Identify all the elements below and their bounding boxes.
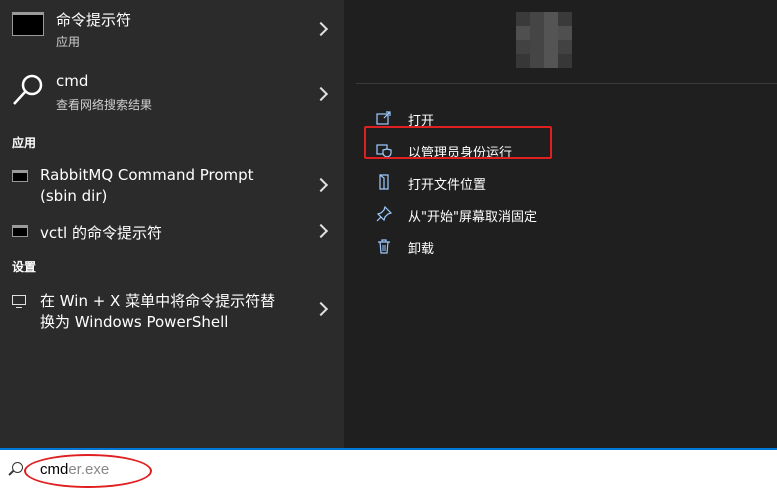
- section-header-settings: 设置: [12, 260, 37, 274]
- panel-divider: [344, 0, 356, 448]
- details-panel: 打开 以管理员身份运行 打开文件位置 从"开始"屏幕取消固定 卸载: [356, 0, 777, 448]
- unpin-icon: [376, 206, 392, 222]
- annotation-highlight-oval: [24, 454, 152, 488]
- menu-item-label: 卸载: [408, 242, 435, 257]
- menu-item-unpin-from-start[interactable]: 从"开始"屏幕取消固定: [376, 204, 596, 228]
- result-title: 命令提示符: [56, 11, 132, 29]
- menu-item-uninstall[interactable]: 卸载: [376, 236, 576, 260]
- result-web-search[interactable]: cmd 查看网络搜索结果: [0, 62, 344, 124]
- command-prompt-icon: [12, 12, 44, 36]
- command-prompt-icon: [12, 170, 28, 182]
- chevron-right-icon[interactable]: [313, 301, 329, 317]
- section-header-apps: 应用: [12, 136, 37, 150]
- menu-item-label: 打开文件位置: [408, 178, 487, 193]
- result-title-line2: (sbin dir): [40, 187, 108, 205]
- taskbar-search-box[interactable]: cmder.exe: [0, 448, 777, 490]
- open-icon: [376, 111, 391, 125]
- result-title: vctl 的命令提示符: [40, 224, 162, 242]
- chevron-right-icon[interactable]: [313, 223, 329, 239]
- menu-item-open-file-location[interactable]: 打开文件位置: [376, 172, 576, 196]
- result-title: 在 Win + X 菜单中将命令提示符替: [40, 292, 276, 310]
- trash-icon: [378, 239, 390, 254]
- annotation-highlight-box: [364, 126, 552, 159]
- result-command-prompt[interactable]: 命令提示符 应用: [0, 0, 344, 62]
- menu-item-label: 从"开始"屏幕取消固定: [408, 210, 537, 225]
- result-title-line2: 换为 Windows PowerShell: [40, 313, 229, 331]
- chevron-right-icon[interactable]: [313, 177, 329, 193]
- chevron-right-icon[interactable]: [313, 86, 329, 102]
- result-title: RabbitMQ Command Prompt: [40, 166, 254, 184]
- search-icon: [13, 74, 43, 105]
- result-vctl-command-prompt[interactable]: vctl 的命令提示符: [0, 216, 344, 248]
- result-winx-powershell-setting[interactable]: 在 Win + X 菜单中将命令提示符替 换为 Windows PowerShe…: [0, 284, 344, 334]
- monitor-icon: [12, 295, 26, 308]
- file-location-icon: [379, 174, 389, 190]
- command-prompt-icon: [12, 225, 28, 237]
- result-title: cmd: [56, 72, 89, 90]
- search-icon: [12, 462, 23, 473]
- result-subtitle: 应用: [56, 35, 81, 49]
- result-rabbitmq-command-prompt[interactable]: RabbitMQ Command Prompt (sbin dir): [0, 160, 344, 210]
- search-results-panel: 命令提示符 应用 cmd 查看网络搜索结果 应用 RabbitMQ Comman…: [0, 0, 344, 448]
- details-separator: [356, 83, 777, 84]
- chevron-right-icon[interactable]: [313, 21, 329, 37]
- result-subtitle: 查看网络搜索结果: [56, 98, 153, 112]
- app-icon-blurred: [516, 12, 572, 68]
